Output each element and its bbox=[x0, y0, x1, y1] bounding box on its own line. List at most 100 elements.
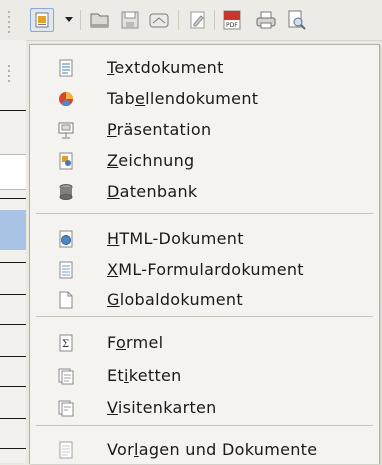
background-window bbox=[0, 40, 26, 463]
label-prefix: F bbox=[107, 333, 116, 352]
menu-item-text-document[interactable]: Textdokument bbox=[30, 53, 379, 83]
mnemonic-letter: D bbox=[107, 182, 120, 201]
label-suffix: TML-Dokument bbox=[119, 229, 244, 248]
menu-item-label: Präsentation bbox=[107, 121, 211, 139]
menu-item-label: Vorlagen und Dokumente bbox=[107, 441, 317, 459]
global-document-icon bbox=[57, 291, 75, 309]
new-document-button[interactable] bbox=[30, 8, 54, 32]
menu-item-label: Textdokument bbox=[107, 59, 224, 77]
html-document-icon bbox=[57, 230, 75, 248]
menu-item-formula[interactable]: Σ Formel bbox=[30, 328, 379, 358]
selected-row bbox=[0, 210, 26, 250]
database-icon bbox=[57, 183, 75, 201]
menu-item-label: Globaldokument bbox=[107, 291, 243, 309]
menu-separator bbox=[36, 316, 373, 317]
label-suffix: isitenkarten bbox=[117, 398, 217, 417]
label-prefix: Vor bbox=[107, 440, 134, 459]
menu-item-label: Etiketten bbox=[107, 367, 182, 385]
mnemonic-letter: o bbox=[115, 333, 127, 352]
label-suffix: eichnung bbox=[118, 151, 195, 170]
toolbar-separator bbox=[178, 10, 179, 30]
menu-item-label: Formel bbox=[107, 334, 163, 352]
menu-item-drawing[interactable]: Zeichnung bbox=[30, 146, 379, 176]
label-prefix: Et bbox=[107, 366, 124, 385]
label-suffix: rmel bbox=[126, 333, 164, 352]
label-suffix: ML-Formulardokument bbox=[118, 260, 304, 279]
xml-form-icon bbox=[57, 261, 75, 279]
divider bbox=[0, 356, 26, 357]
divider bbox=[0, 418, 26, 419]
save-button[interactable] bbox=[118, 8, 142, 32]
menu-item-labels[interactable]: Etiketten bbox=[30, 361, 379, 391]
divider bbox=[0, 110, 26, 111]
mnemonic-letter: Z bbox=[107, 151, 119, 170]
new-document-icon bbox=[34, 12, 50, 28]
menu-separator bbox=[36, 425, 373, 426]
font-name-field[interactable] bbox=[0, 154, 26, 190]
label-suffix: llendokument bbox=[145, 89, 259, 108]
email-button[interactable] bbox=[147, 8, 171, 32]
dropdown-arrow-icon bbox=[65, 17, 73, 23]
print-preview-button[interactable] bbox=[284, 8, 308, 32]
divider bbox=[0, 294, 26, 295]
divider bbox=[0, 448, 26, 449]
edit-file-button[interactable] bbox=[186, 8, 210, 32]
menu-item-html-document[interactable]: HTML-Dokument bbox=[30, 224, 379, 254]
svg-text:PDF: PDF bbox=[226, 22, 238, 29]
menu-separator bbox=[36, 213, 373, 214]
toolbar-grip[interactable] bbox=[6, 62, 12, 85]
menu-item-label: HTML-Dokument bbox=[107, 230, 244, 248]
labels-icon bbox=[57, 367, 75, 385]
text-document-icon bbox=[57, 59, 75, 77]
mnemonic-letter: H bbox=[107, 229, 120, 248]
label-suffix: extdokument bbox=[114, 58, 224, 77]
menu-item-business-cards[interactable]: Visitenkarten bbox=[30, 393, 379, 423]
spreadsheet-icon bbox=[57, 90, 75, 108]
menu-item-label: XML-Formulardokument bbox=[107, 261, 304, 279]
label-suffix: ketten bbox=[128, 366, 182, 385]
mnemonic-letter: G bbox=[107, 290, 120, 309]
menu-item-label: Visitenkarten bbox=[107, 399, 217, 417]
label-suffix: räsentation bbox=[116, 120, 212, 139]
export-pdf-button[interactable]: PDF bbox=[220, 8, 244, 32]
templates-icon bbox=[57, 441, 75, 459]
drawing-icon bbox=[57, 152, 75, 170]
menu-item-label: Zeichnung bbox=[107, 152, 194, 170]
toolbar-grip[interactable] bbox=[6, 8, 12, 36]
save-icon bbox=[121, 11, 139, 29]
presentation-icon bbox=[57, 121, 75, 139]
svg-text:Σ: Σ bbox=[62, 339, 69, 350]
divider bbox=[0, 324, 26, 325]
print-icon bbox=[256, 11, 276, 29]
menu-item-spreadsheet[interactable]: Tabellendokument bbox=[30, 84, 379, 114]
email-icon bbox=[149, 11, 169, 29]
menu-item-label: Tabellendokument bbox=[107, 90, 258, 108]
toolbar-separator bbox=[80, 10, 81, 30]
mnemonic-letter: P bbox=[107, 120, 117, 139]
label-prefix: Tab bbox=[107, 89, 135, 108]
open-folder-icon bbox=[90, 11, 110, 29]
divider bbox=[0, 262, 26, 263]
label-suffix: lobaldokument bbox=[119, 290, 243, 309]
menu-item-xml-form[interactable]: XML-Formulardokument bbox=[30, 255, 379, 285]
mnemonic-letter: X bbox=[107, 260, 119, 279]
divider bbox=[0, 198, 26, 199]
mnemonic-letter: e bbox=[135, 89, 146, 108]
export-pdf-icon: PDF bbox=[222, 10, 242, 30]
menu-item-templates[interactable]: Vorlagen und Dokumente bbox=[30, 435, 379, 465]
toolbar-separator bbox=[214, 10, 215, 30]
divider bbox=[0, 386, 26, 387]
menu-item-global-document[interactable]: Globaldokument bbox=[30, 285, 379, 315]
menu-item-label: Datenbank bbox=[107, 183, 197, 201]
new-document-menu: Textdokument Tabellendokument Präsentation… bbox=[29, 44, 380, 464]
label-suffix: agen und Dokumente bbox=[138, 440, 318, 459]
new-document-dropdown[interactable] bbox=[62, 8, 76, 32]
menu-item-database[interactable]: Datenbank bbox=[30, 177, 379, 207]
edit-file-icon bbox=[189, 11, 207, 29]
toolbar: PDF bbox=[0, 0, 382, 41]
print-preview-icon bbox=[286, 10, 306, 30]
print-button[interactable] bbox=[254, 8, 278, 32]
menu-item-presentation[interactable]: Präsentation bbox=[30, 115, 379, 145]
open-button[interactable] bbox=[88, 8, 112, 32]
mnemonic-letter: V bbox=[107, 398, 118, 417]
